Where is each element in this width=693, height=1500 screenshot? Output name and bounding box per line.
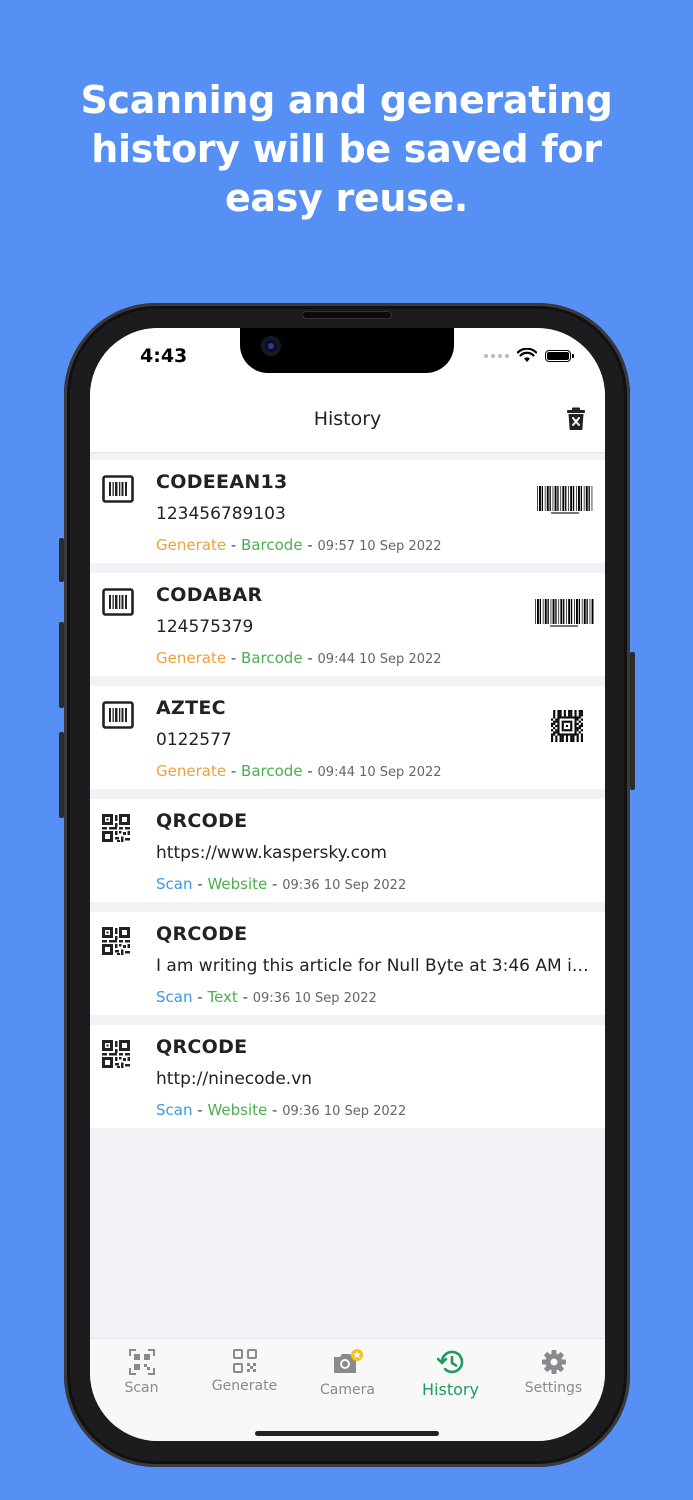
item-content: http://ninecode.vn (156, 1069, 313, 1089)
item-content: 123456789103 (156, 504, 286, 524)
history-item[interactable]: AZTEC 0122577 Generate - Barcode - 09:44 1… (90, 686, 605, 789)
item-category: Barcode (241, 536, 303, 554)
separator: - (230, 649, 237, 667)
aztec-code-preview (551, 710, 583, 747)
app-screen: 4:43 History CODEEAN13 123456789103 Genera… (90, 328, 605, 1441)
item-meta: Scan - Website - 09:36 10 Sep 2022 (156, 1101, 406, 1119)
speaker-grille (302, 311, 392, 319)
item-title: CODEEAN13 (156, 471, 288, 493)
scan-icon (90, 1349, 193, 1375)
tab-label: History (422, 1380, 479, 1399)
separator: - (307, 649, 313, 667)
item-action: Generate (156, 762, 227, 780)
separator: - (307, 536, 313, 554)
history-list: CODEEAN13 123456789103 Generate - Barcode … (90, 460, 605, 1138)
item-datetime: 09:57 10 Sep 2022 (317, 539, 442, 554)
trash-icon[interactable] (567, 407, 585, 431)
gear-icon (502, 1349, 605, 1375)
tab-history[interactable]: History (399, 1349, 502, 1399)
signal-icon (484, 353, 509, 358)
tab-bar: Scan Generate Camera History Settings (90, 1338, 605, 1441)
tab-camera[interactable]: Camera (296, 1349, 399, 1398)
item-meta: Scan - Website - 09:36 10 Sep 2022 (156, 875, 406, 893)
barcode-icon (102, 475, 134, 503)
front-camera (261, 336, 281, 356)
item-action: Scan (156, 875, 193, 893)
item-category: Website (207, 875, 268, 893)
qrcode-icon (102, 927, 134, 955)
item-action: Scan (156, 988, 193, 1006)
item-content: I am writing this article for Null Byte … (156, 956, 596, 976)
tab-label: Scan (124, 1380, 159, 1396)
item-content: 124575379 (156, 617, 254, 637)
wifi-icon (517, 348, 537, 362)
item-meta: Generate - Barcode - 09:44 10 Sep 2022 (156, 762, 442, 780)
item-title: QRCODE (156, 923, 248, 945)
item-category: Barcode (241, 762, 303, 780)
tab-label: Camera (320, 1382, 375, 1398)
item-action: Generate (156, 536, 227, 554)
home-indicator[interactable] (255, 1431, 439, 1436)
separator: - (307, 762, 313, 780)
barcode-icon (102, 588, 134, 616)
item-datetime: 09:44 10 Sep 2022 (317, 765, 442, 780)
item-action: Scan (156, 1101, 193, 1119)
battery-icon (545, 349, 574, 362)
separator: - (272, 875, 278, 893)
item-category: Text (207, 988, 238, 1006)
item-datetime: 09:44 10 Sep 2022 (317, 652, 442, 667)
separator: - (197, 875, 203, 893)
page-title: History (313, 408, 382, 430)
power-button (630, 652, 635, 790)
nav-bar: History (90, 388, 605, 453)
item-meta: Generate - Barcode - 09:44 10 Sep 2022 (156, 649, 442, 667)
headline: Scanning and generating history will be … (80, 78, 613, 220)
history-item[interactable]: QRCODE http://ninecode.vn Scan - Website -… (90, 1025, 605, 1128)
item-title: AZTEC (156, 697, 226, 719)
item-datetime: 09:36 10 Sep 2022 (252, 991, 377, 1006)
separator: - (272, 1101, 278, 1119)
ean13-barcode-preview (535, 484, 595, 523)
item-title: CODABAR (156, 584, 263, 606)
history-icon (399, 1349, 502, 1375)
status-time: 4:43 (140, 345, 188, 367)
status-bar: 4:43 (90, 328, 605, 388)
tab-label: Generate (211, 1378, 278, 1394)
history-item[interactable]: CODABAR 124575379 Generate - Barcode - 09:… (90, 573, 605, 676)
separator: - (242, 988, 248, 1006)
tab-scan[interactable]: Scan (90, 1349, 193, 1396)
history-item[interactable]: CODEEAN13 123456789103 Generate - Barcode … (90, 460, 605, 563)
qrcode-icon (102, 814, 134, 842)
item-datetime: 09:36 10 Sep 2022 (282, 878, 407, 893)
item-datetime: 09:36 10 Sep 2022 (282, 1104, 407, 1119)
notch (240, 328, 454, 373)
qrcode-icon (102, 1040, 134, 1068)
item-category: Barcode (241, 649, 303, 667)
barcode-icon (102, 701, 134, 729)
history-item[interactable]: QRCODE I am writing this article for Null… (90, 912, 605, 1015)
history-item[interactable]: QRCODE https://www.kaspersky.com Scan - We… (90, 799, 605, 902)
tab-label: Settings (524, 1380, 583, 1396)
codabar-barcode-preview (533, 597, 595, 636)
item-content: 0122577 (156, 730, 232, 750)
separator: - (197, 988, 203, 1006)
separator: - (230, 762, 237, 780)
separator: - (197, 1101, 203, 1119)
item-title: QRCODE (156, 1036, 248, 1058)
item-category: Website (207, 1101, 268, 1119)
status-icons (484, 348, 574, 363)
tab-settings[interactable]: Settings (502, 1349, 605, 1396)
item-title: QRCODE (156, 810, 248, 832)
item-meta: Generate - Barcode - 09:57 10 Sep 2022 (156, 536, 442, 554)
separator: - (230, 536, 237, 554)
camera-icon (296, 1349, 399, 1377)
generate-icon (193, 1349, 296, 1373)
tab-generate[interactable]: Generate (193, 1349, 296, 1394)
item-meta: Scan - Text - 09:36 10 Sep 2022 (156, 988, 377, 1006)
item-action: Generate (156, 649, 227, 667)
item-content: https://www.kaspersky.com (156, 843, 387, 863)
